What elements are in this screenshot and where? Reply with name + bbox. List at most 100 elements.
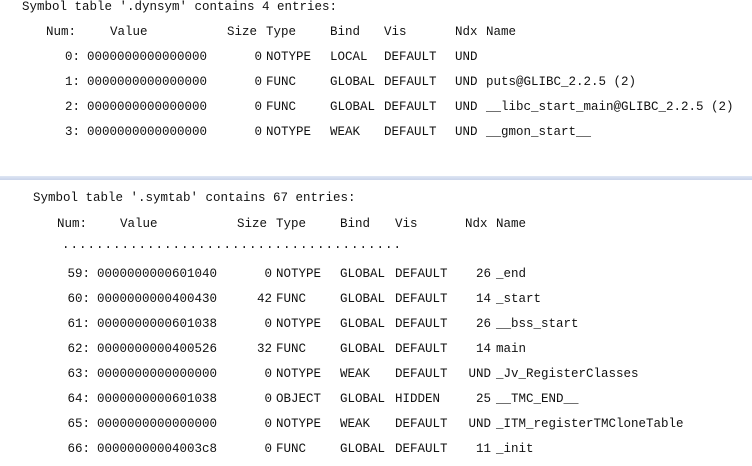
cell-size: 32: [256, 342, 272, 356]
cell-ndx: UND: [455, 75, 478, 89]
cell-size: 0: [254, 100, 262, 114]
cell-type: NOTYPE: [276, 317, 322, 331]
cell-name: main: [496, 342, 527, 356]
cell-type: FUNC: [276, 292, 307, 306]
cell-type: NOTYPE: [276, 367, 322, 381]
cell-type: FUNC: [276, 342, 307, 356]
cell-vis: DEFAULT: [395, 267, 448, 281]
cell-num: 0:: [64, 50, 80, 64]
cell-type: FUNC: [266, 75, 297, 89]
symtab-title: Symbol table '.symtab' contains 67 entri…: [33, 191, 356, 205]
cell-type: FUNC: [276, 442, 307, 456]
cell-size: 0: [264, 267, 272, 281]
cell-vis: DEFAULT: [395, 317, 448, 331]
cell-size: 0: [264, 367, 272, 381]
cell-bind: GLOBAL: [340, 442, 386, 456]
cell-name: __TMC_END__: [496, 392, 579, 406]
cell-ndx: 26: [475, 267, 491, 281]
header-value: Value: [110, 25, 148, 39]
table-row: 0: 0000000000000000 0 NOTYPE LOCAL DEFAU…: [0, 49, 752, 65]
cell-size: 42: [256, 292, 272, 306]
cell-name: _Jv_RegisterClasses: [496, 367, 639, 381]
cell-name: _ITM_registerTMCloneTable: [496, 417, 684, 431]
table-row: 65: 0000000000000000 0 NOTYPE WEAK DEFAU…: [0, 416, 752, 432]
cell-num: 66:: [67, 442, 90, 456]
cell-value: 0000000000000000: [97, 417, 218, 431]
cell-value: 0000000000601038: [97, 392, 218, 406]
cell-type: NOTYPE: [276, 267, 322, 281]
cell-bind: GLOBAL: [330, 75, 376, 89]
header-type: Type: [276, 217, 307, 231]
cell-value: 0000000000601040: [97, 267, 218, 281]
cell-type: OBJECT: [276, 392, 322, 406]
cell-size: 0: [254, 75, 262, 89]
header-type: Type: [266, 25, 297, 39]
cell-value: 0000000000000000: [97, 367, 218, 381]
cell-size: 0: [254, 125, 262, 139]
cell-type: FUNC: [266, 100, 297, 114]
cell-vis: DEFAULT: [395, 342, 448, 356]
cell-ndx: 26: [475, 317, 491, 331]
cell-num: 2:: [64, 100, 80, 114]
cell-ndx: UND: [468, 417, 491, 431]
dynsym-header-row: Num: Value Size Type Bind Vis Ndx Name: [0, 24, 752, 40]
table-row: 59: 0000000000601040 0 NOTYPE GLOBAL DEF…: [0, 266, 752, 282]
cell-type: NOTYPE: [276, 417, 322, 431]
cell-bind: WEAK: [330, 125, 361, 139]
cell-vis: DEFAULT: [395, 442, 448, 456]
cell-value: 0000000000400526: [97, 342, 218, 356]
cell-name: _init: [496, 442, 534, 456]
table-row: 62: 0000000000400526 32 FUNC GLOBAL DEFA…: [0, 341, 752, 357]
cell-bind: GLOBAL: [340, 392, 386, 406]
header-value: Value: [120, 217, 158, 231]
cell-vis: DEFAULT: [395, 417, 448, 431]
cell-ndx: UND: [455, 50, 478, 64]
table-row: 3: 0000000000000000 0 NOTYPE WEAK DEFAUL…: [0, 124, 752, 140]
header-name: Name: [486, 25, 517, 39]
cell-type: NOTYPE: [266, 125, 312, 139]
cell-vis: HIDDEN: [395, 392, 441, 406]
cell-value: 0000000000000000: [87, 125, 208, 139]
header-ndx: Ndx: [465, 217, 488, 231]
table-row: 64: 0000000000601038 0 OBJECT GLOBAL HID…: [0, 391, 752, 407]
cell-ndx: 14: [475, 342, 491, 356]
cell-name: __gmon_start__: [486, 125, 592, 139]
cell-num: 3:: [64, 125, 80, 139]
cell-value: 0000000000000000: [87, 100, 208, 114]
cell-num: 1:: [64, 75, 80, 89]
table-row: 2: 0000000000000000 0 FUNC GLOBAL DEFAUL…: [0, 99, 752, 115]
ellipsis-row: ........................................: [62, 238, 403, 252]
cell-bind: WEAK: [340, 367, 371, 381]
cell-size: 0: [254, 50, 262, 64]
cell-bind: GLOBAL: [340, 292, 386, 306]
cell-bind: WEAK: [340, 417, 371, 431]
cell-value: 0000000000400430: [97, 292, 218, 306]
cell-num: 59:: [67, 267, 90, 281]
cell-size: 0: [264, 317, 272, 331]
cell-vis: DEFAULT: [395, 292, 448, 306]
cell-num: 62:: [67, 342, 90, 356]
header-bind: Bind: [340, 217, 371, 231]
header-bind: Bind: [330, 25, 361, 39]
cell-type: NOTYPE: [266, 50, 312, 64]
header-name: Name: [496, 217, 527, 231]
cell-value: 0000000000000000: [87, 75, 208, 89]
cell-ndx: 11: [475, 442, 491, 456]
cell-vis: DEFAULT: [395, 367, 448, 381]
cell-ndx: 14: [475, 292, 491, 306]
cell-name: puts@GLIBC_2.2.5 (2): [486, 75, 637, 89]
dynsym-panel: Symbol table '.dynsym' contains 4 entrie…: [0, 0, 752, 176]
table-row: 1: 0000000000000000 0 FUNC GLOBAL DEFAUL…: [0, 74, 752, 90]
symtab-panel: Symbol table '.symtab' contains 67 entri…: [0, 180, 752, 466]
cell-num: 65:: [67, 417, 90, 431]
cell-vis: DEFAULT: [384, 100, 437, 114]
table-row: 66: 00000000004003c8 0 FUNC GLOBAL DEFAU…: [0, 441, 752, 457]
cell-bind: GLOBAL: [340, 267, 386, 281]
cell-name: _start: [496, 292, 542, 306]
cell-bind: GLOBAL: [340, 317, 386, 331]
cell-size: 0: [264, 442, 272, 456]
cell-vis: DEFAULT: [384, 125, 437, 139]
dynsym-title: Symbol table '.dynsym' contains 4 entrie…: [22, 0, 338, 14]
header-ndx: Ndx: [455, 25, 478, 39]
cell-num: 63:: [67, 367, 90, 381]
